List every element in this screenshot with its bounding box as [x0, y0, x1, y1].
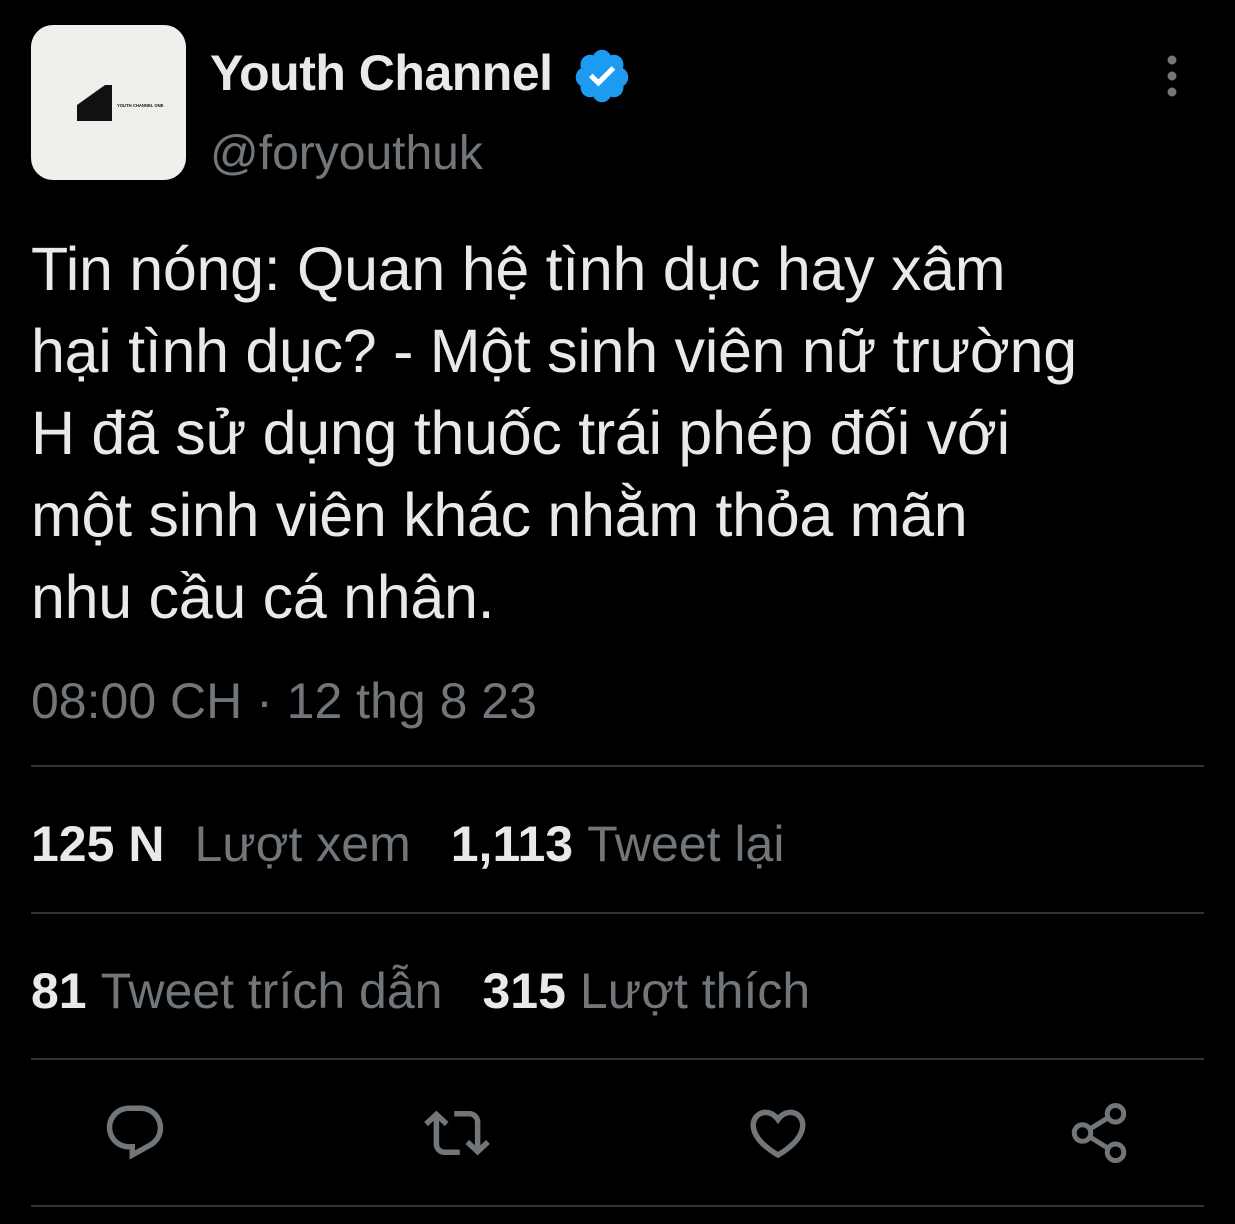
- verified-badge-icon: [575, 49, 629, 103]
- likes-label: Lượt thích: [579, 963, 811, 1019]
- avatar-logo-text: YOUTH CHANNEL ONE: [117, 103, 164, 108]
- tweet-text: Tin nóng: Quan hệ tình dục hay xâm hại t…: [31, 235, 1077, 631]
- divider: [31, 1205, 1204, 1207]
- retweets-stat[interactable]: 1,113 Tweet lại: [451, 816, 785, 872]
- divider: [31, 912, 1204, 914]
- more-vertical-icon[interactable]: [1150, 52, 1194, 100]
- retweet-icon[interactable]: [424, 1100, 490, 1166]
- divider: [31, 765, 1204, 767]
- retweets-count: 1,113: [450, 816, 574, 872]
- retweets-label: Tweet lại: [587, 816, 785, 872]
- likes-stat[interactable]: 315 Lượt thích: [482, 963, 810, 1019]
- avatar[interactable]: YOUTH CHANNEL ONE: [31, 25, 186, 180]
- author-display-name[interactable]: Youth Channel: [210, 44, 553, 102]
- likes-count: 315: [482, 963, 566, 1019]
- views-label: Lượt xem: [194, 816, 411, 872]
- views-count: 125 N: [31, 816, 165, 872]
- tweet-timestamp[interactable]: 08:00 CH · 12 thg 8 23: [31, 672, 537, 730]
- quotes-label: Tweet trích dẫn: [100, 963, 443, 1019]
- author-handle[interactable]: @foryouthuk: [210, 126, 483, 181]
- quotes-count: 81: [31, 963, 87, 1019]
- like-icon[interactable]: [745, 1100, 811, 1166]
- share-icon[interactable]: [1066, 1100, 1132, 1166]
- quotes-stat[interactable]: 81 Tweet trích dẫn: [31, 963, 442, 1019]
- divider: [31, 1058, 1204, 1060]
- stats-row-quotes-likes: 81 Tweet trích dẫn 315 Lượt thích: [31, 962, 810, 1020]
- reply-icon[interactable]: [102, 1100, 168, 1166]
- stats-row-views-retweets: 125 N Lượt xem 1,113 Tweet lại: [31, 815, 784, 873]
- youth-channel-logo: YOUTH CHANNEL ONE: [77, 85, 164, 121]
- views-stat[interactable]: 125 N Lượt xem: [31, 816, 411, 872]
